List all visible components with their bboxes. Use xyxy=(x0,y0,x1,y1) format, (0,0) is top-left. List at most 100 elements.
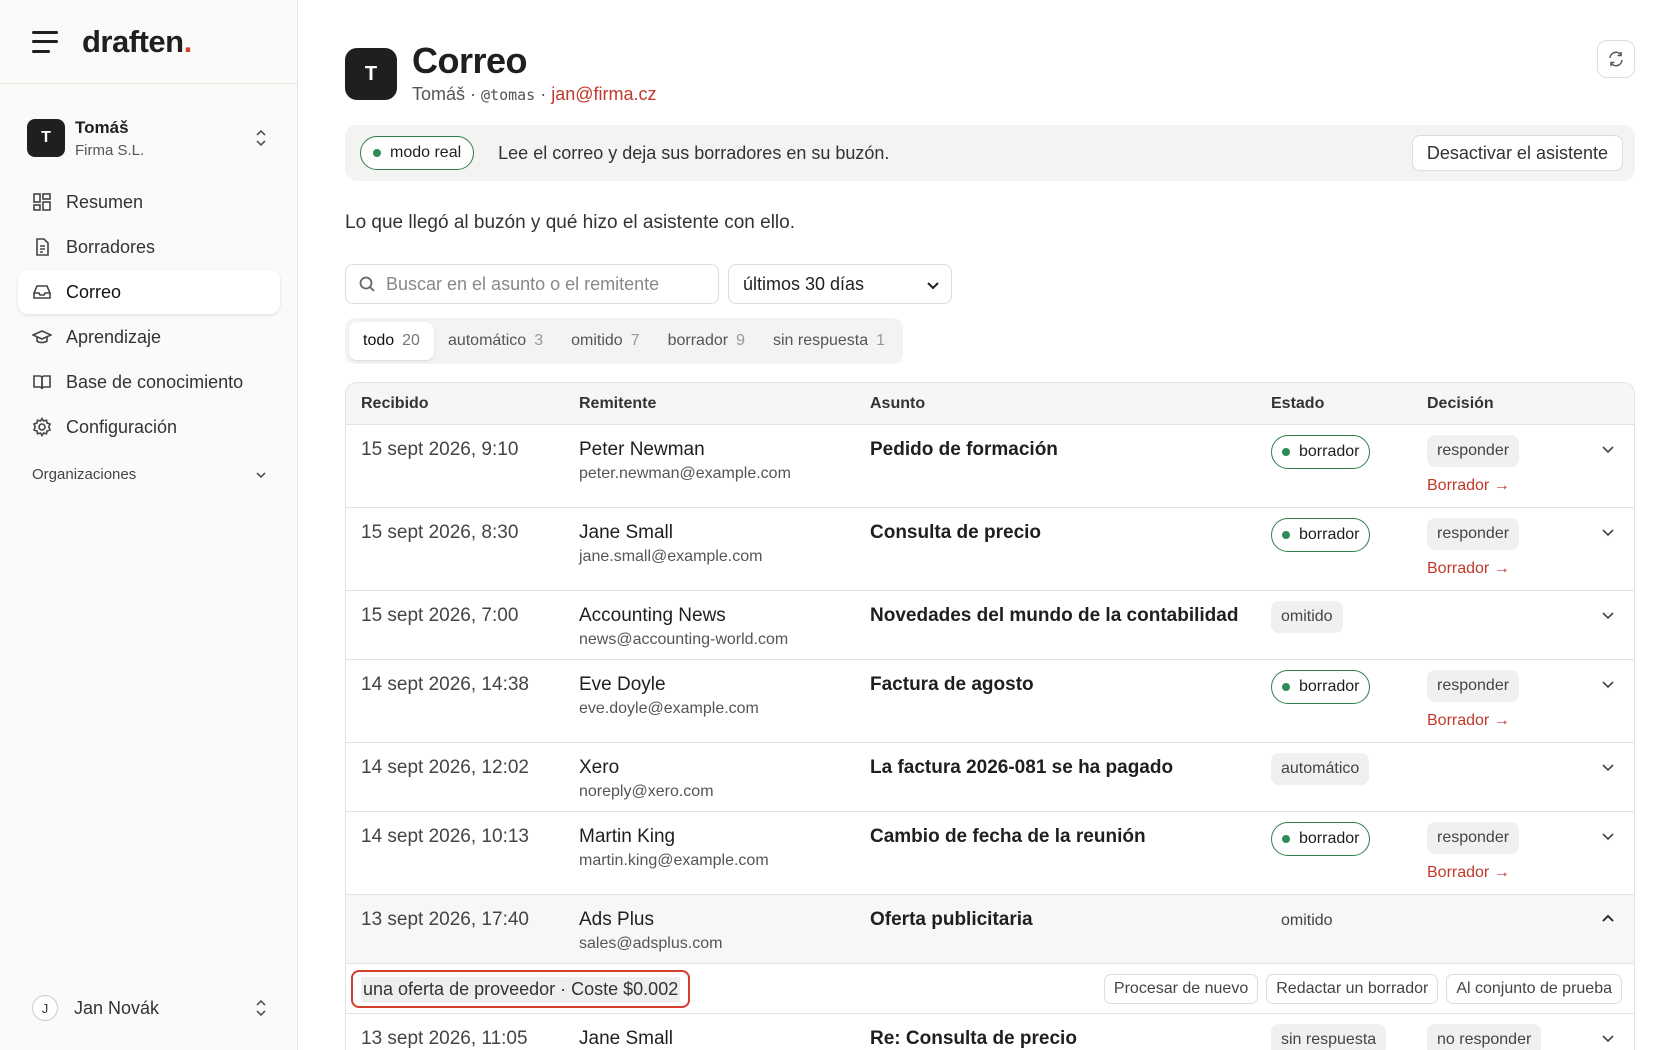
subject: Pedido de formación xyxy=(870,439,1058,460)
deactivate-assistant-button[interactable]: Desactivar el asistente xyxy=(1411,135,1623,171)
filter-tab-omitido[interactable]: omitido 7 xyxy=(557,322,653,360)
account-avatar: T xyxy=(27,119,65,157)
column-header-sender[interactable]: Remitente xyxy=(579,395,656,413)
sidebar-item-base-de-conocimiento[interactable]: Base de conocimiento xyxy=(18,360,280,404)
chevron-down-icon[interactable] xyxy=(1600,607,1616,623)
user-name: Jan Novák xyxy=(74,997,160,1018)
period-value: últimos 30 días xyxy=(743,273,865,294)
account-name: Tomáš xyxy=(75,117,129,137)
filter-tab-sin-respuesta[interactable]: sin respuesta 1 xyxy=(759,322,899,360)
sender-name: Eve Doyle xyxy=(579,674,666,695)
table-header: Recibido Remitente Asunto Estado Decisió… xyxy=(346,383,1634,425)
table-row[interactable]: 15 sept 2026, 9:10 Peter Newman peter.ne… xyxy=(346,425,1634,508)
chevron-updown-icon xyxy=(256,129,266,147)
account-switcher[interactable]: T Tomáš Firma S.L. xyxy=(18,110,280,166)
user-avatar: J xyxy=(32,995,58,1021)
user-menu[interactable]: J Jan Novák xyxy=(32,990,268,1026)
chevron-down-icon[interactable] xyxy=(1600,441,1616,457)
subject: Consulta de precio xyxy=(870,522,1042,543)
document-icon xyxy=(36,238,49,256)
add-to-test-set-button[interactable]: Al conjunto de prueba xyxy=(1446,974,1622,1004)
organizations-toggle[interactable]: Organizaciones xyxy=(32,466,268,483)
table-row[interactable]: 14 sept 2026, 12:02 Xero noreply@xero.co… xyxy=(346,743,1634,812)
sidebar: draften. T Tomáš Firma S.L. Resumen Borr… xyxy=(0,0,298,1050)
logo[interactable]: draften. xyxy=(82,24,192,60)
table-row[interactable]: 15 sept 2026, 8:30 Jane Small jane.small… xyxy=(346,508,1634,591)
row-detail: una oferta de proveedor · Coste $0.002 P… xyxy=(346,964,1634,1014)
page-subtitle: Tomáš · @tomas · jan@firma.cz xyxy=(412,84,657,104)
page-title: Correo xyxy=(412,40,528,81)
sender-email: sales@adsplus.com xyxy=(579,935,723,952)
chevron-down-icon[interactable] xyxy=(1600,524,1616,540)
received-date: 15 sept 2026, 8:30 xyxy=(361,522,519,543)
decision-badge: responder xyxy=(1427,518,1520,550)
column-header-decision[interactable]: Decisión xyxy=(1427,395,1494,413)
reprocess-button[interactable]: Procesar de nuevo xyxy=(1103,974,1259,1004)
header-name: Tomáš xyxy=(412,84,466,104)
compose-draft-button[interactable]: Redactar un borrador xyxy=(1266,974,1439,1004)
chevron-up-icon[interactable] xyxy=(1600,911,1616,927)
page-avatar: T xyxy=(345,48,397,100)
header-email[interactable]: jan@firma.cz xyxy=(551,84,656,104)
subject: Re: Consulta de precio xyxy=(870,1028,1077,1049)
chevron-down-icon[interactable] xyxy=(1600,759,1616,775)
sidebar-item-aprendizaje[interactable]: Aprendizaje xyxy=(18,315,280,359)
chevron-down-icon[interactable] xyxy=(1600,676,1616,692)
sidebar-item-label: Configuración xyxy=(66,416,178,437)
chevron-down-icon[interactable] xyxy=(1600,828,1616,844)
draft-link[interactable]: Borrador → xyxy=(1427,712,1519,730)
table-row[interactable]: 14 sept 2026, 14:38 Eve Doyle eve.doyle@… xyxy=(346,660,1634,743)
sender-email: martin.king@example.com xyxy=(579,852,769,869)
sidebar-nav: Resumen Borradores Correo Aprendizaje Ba… xyxy=(18,180,280,450)
table-row[interactable]: 15 sept 2026, 7:00 Accounting News news@… xyxy=(346,591,1634,660)
sender-name: Accounting News xyxy=(579,605,726,626)
filter-count: 1 xyxy=(876,332,886,349)
status-badge: sin respuesta xyxy=(1271,1024,1387,1050)
received-date: 15 sept 2026, 7:00 xyxy=(361,605,519,626)
status-dot xyxy=(1282,683,1290,691)
classification-note: una oferta de proveedor · Coste $0.002 xyxy=(351,970,691,1008)
menu-icon[interactable] xyxy=(32,30,60,53)
table-row[interactable]: 13 sept 2026, 11:05 Jane Small Re: Consu… xyxy=(346,1014,1634,1050)
draft-link[interactable]: Borrador → xyxy=(1427,864,1519,882)
received-date: 14 sept 2026, 12:02 xyxy=(361,757,529,778)
draft-link[interactable]: Borrador → xyxy=(1427,477,1519,495)
sidebar-item-label: Borradores xyxy=(66,236,156,257)
search-box[interactable] xyxy=(345,264,719,304)
status-dot xyxy=(373,149,381,157)
draft-link[interactable]: Borrador → xyxy=(1427,560,1519,578)
decision-badge: no responder xyxy=(1427,1024,1542,1050)
sidebar-item-borradores[interactable]: Borradores xyxy=(18,225,280,269)
column-header-received[interactable]: Recibido xyxy=(361,395,429,413)
search-input[interactable] xyxy=(386,273,706,295)
refresh-icon xyxy=(1609,51,1623,67)
table-row[interactable]: 14 sept 2026, 10:13 Martin King martin.k… xyxy=(346,812,1634,895)
status-badge: borrador xyxy=(1271,435,1371,469)
filter-tab-todo[interactable]: todo 20 xyxy=(349,322,434,360)
inbox-icon xyxy=(33,285,51,299)
table-row-expanded[interactable]: 13 sept 2026, 17:40 Ads Plus sales@adspl… xyxy=(346,895,1634,964)
sidebar-item-resumen[interactable]: Resumen xyxy=(18,180,280,224)
filter-count: 7 xyxy=(630,332,640,349)
sidebar-item-label: Resumen xyxy=(66,191,144,212)
sidebar-item-configuracion[interactable]: Configuración xyxy=(18,405,280,449)
refresh-button[interactable] xyxy=(1597,40,1635,78)
search-icon xyxy=(359,276,375,292)
sidebar-item-correo[interactable]: Correo xyxy=(18,270,280,314)
sender-email: eve.doyle@example.com xyxy=(579,700,759,717)
filter-tab-borrador[interactable]: borrador 9 xyxy=(654,322,759,360)
column-header-subject[interactable]: Asunto xyxy=(870,395,925,413)
filter-tab-automatico[interactable]: automático 3 xyxy=(434,322,557,360)
received-date: 14 sept 2026, 10:13 xyxy=(361,826,529,847)
status-badge: borrador xyxy=(1271,670,1371,704)
assistant-banner: modo real Lee el correo y deja sus borra… xyxy=(345,125,1635,181)
status-badge: omitido xyxy=(1271,601,1343,633)
brand-bar: draften. xyxy=(0,0,297,84)
chevron-down-icon[interactable] xyxy=(1600,1030,1616,1046)
period-select[interactable]: últimos 30 días xyxy=(728,264,952,304)
page-header: T Correo Tomáš · @tomas · jan@firma.cz xyxy=(345,40,1635,110)
dashboard-icon xyxy=(33,193,51,211)
received-date: 15 sept 2026, 9:10 xyxy=(361,439,519,460)
column-header-state[interactable]: Estado xyxy=(1271,395,1324,413)
status-dot xyxy=(1282,835,1290,843)
